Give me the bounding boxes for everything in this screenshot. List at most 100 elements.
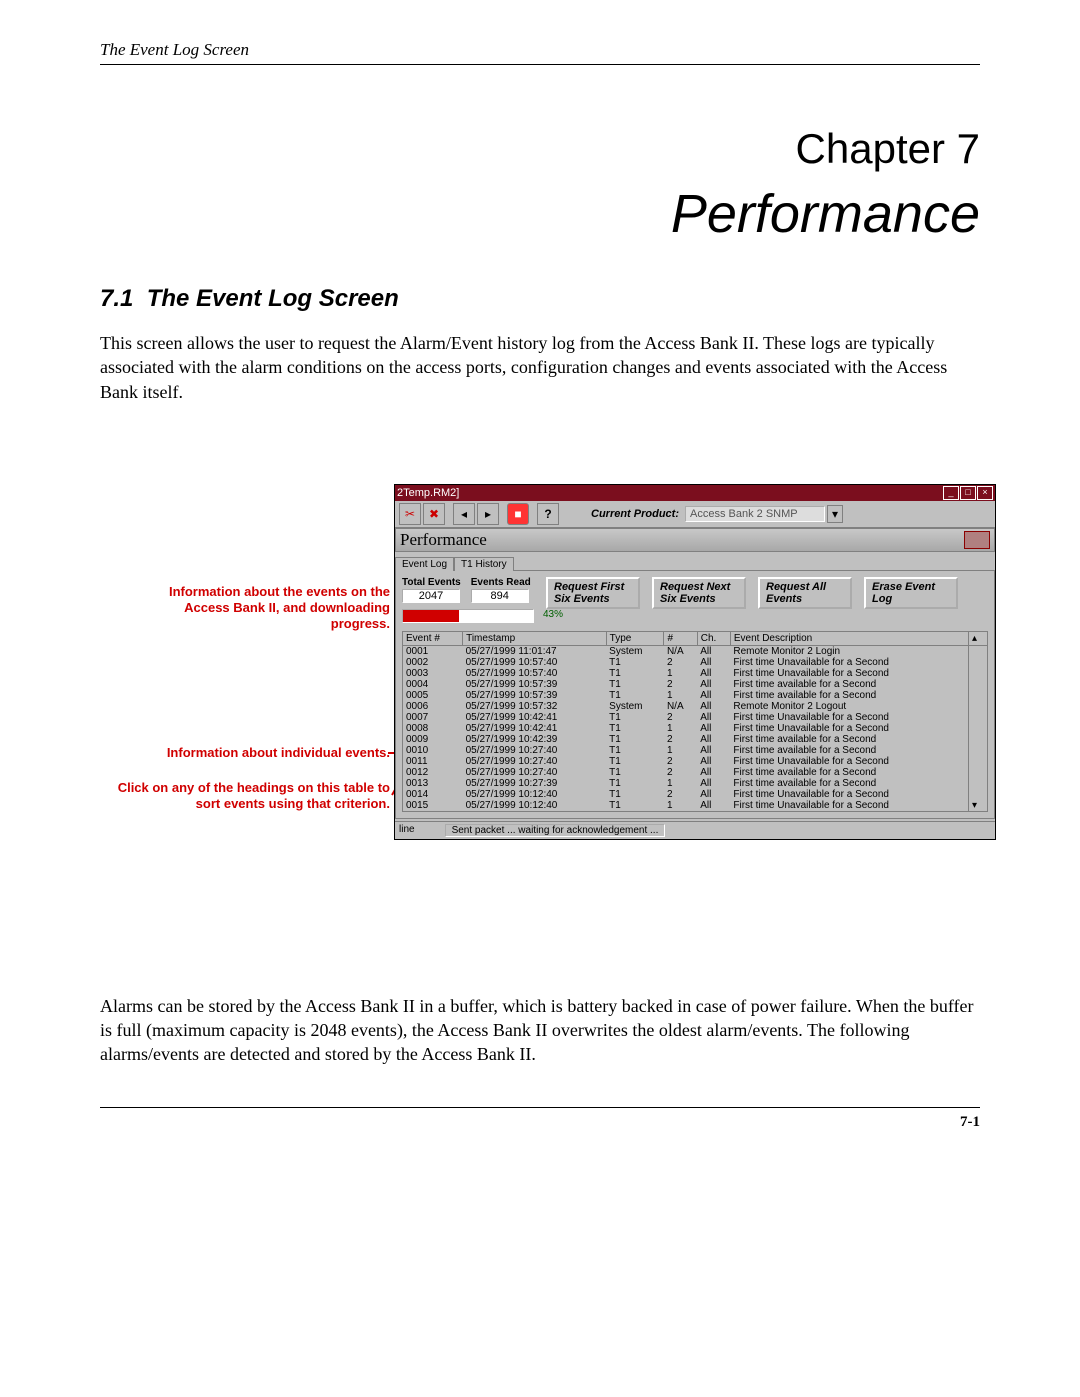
table-row[interactable]: 000205/27/1999 10:57:40T12AllFirst time … [403,657,988,668]
scrollbar-track [969,756,988,767]
table-row[interactable]: 001505/27/1999 10:12:40T11AllFirst time … [403,800,988,812]
scrollbar-track [969,712,988,723]
table-row[interactable]: 001305/27/1999 10:27:39T11AllFirst time … [403,778,988,789]
table-row[interactable]: 001005/27/1999 10:27:40T11AllFirst time … [403,745,988,756]
col-timestamp[interactable]: Timestamp [463,631,607,645]
table-cell: 05/27/1999 11:01:47 [463,645,607,657]
col-hash[interactable]: # [664,631,697,645]
running-head: The Event Log Screen [100,40,980,60]
events-read-label: Events Read [471,577,531,588]
table-row[interactable]: 000305/27/1999 10:57:40T11AllFirst time … [403,668,988,679]
tab-event-log[interactable]: Event Log [395,557,454,571]
table-cell: 05/27/1999 10:42:41 [463,712,607,723]
table-row[interactable]: 000705/27/1999 10:42:41T12AllFirst time … [403,712,988,723]
table-cell: First time available for a Second [730,767,968,778]
table-cell: All [697,701,730,712]
table-row[interactable]: 000505/27/1999 10:57:39T11AllFirst time … [403,690,988,701]
table-row[interactable]: 000605/27/1999 10:57:32SystemN/AAllRemot… [403,701,988,712]
table-row[interactable]: 000805/27/1999 10:42:41T11AllFirst time … [403,723,988,734]
scrollbar-track [969,767,988,778]
table-cell: 2 [664,679,697,690]
table-cell: All [697,668,730,679]
col-channel[interactable]: Ch. [697,631,730,645]
zoom-icon[interactable] [964,531,990,549]
table-cell: T1 [606,657,664,668]
chapter-label: Chapter 7 [100,125,980,173]
toolbar-delete-icon[interactable]: ✖ [423,503,445,525]
table-row[interactable]: 000405/27/1999 10:57:39T12AllFirst time … [403,679,988,690]
scroll-up-icon[interactable]: ▴ [969,631,988,645]
table-row[interactable]: 000105/27/1999 11:01:47SystemN/AAllRemot… [403,645,988,657]
table-cell: First time available for a Second [730,745,968,756]
event-panel: Total Events 2047 Events Read 894 43% [395,570,995,819]
table-cell: T1 [606,789,664,800]
total-events-label: Total Events [402,577,461,588]
request-all-button[interactable]: Request All Events [758,577,852,609]
table-cell: 0010 [403,745,463,756]
performance-header: Performance [395,528,995,552]
table-cell: All [697,679,730,690]
table-cell: First time available for a Second [730,690,968,701]
table-cell: First time available for a Second [730,734,968,745]
table-row[interactable]: 001105/27/1999 10:27:40T12AllFirst time … [403,756,988,767]
total-events-value: 2047 [402,589,460,603]
col-type[interactable]: Type [606,631,664,645]
table-cell: N/A [664,701,697,712]
titlebar: 2Temp.RM2] _ □ × [395,485,995,501]
toolbar-next-icon[interactable]: ▸ [477,503,499,525]
progress-fill [403,610,459,622]
maximize-icon[interactable]: □ [960,486,976,500]
table-cell: 0011 [403,756,463,767]
table-cell: 05/27/1999 10:57:39 [463,690,607,701]
toolbar-stop-icon[interactable]: ■ [507,503,529,525]
erase-log-button[interactable]: Erase Event Log [864,577,958,609]
col-event-num[interactable]: Event # [403,631,463,645]
section-title: The Event Log Screen [147,285,399,312]
table-cell: All [697,767,730,778]
table-cell: First time Unavailable for a Second [730,800,968,812]
footer-rule [100,1107,980,1108]
table-cell: T1 [606,800,664,812]
minimize-icon[interactable]: _ [943,486,959,500]
scroll-down-icon[interactable]: ▾ [969,800,988,812]
tab-strip: Event LogT1 History [395,556,995,570]
request-next-six-button[interactable]: Request Next Six Events [652,577,746,609]
scrollbar-track [969,745,988,756]
col-description[interactable]: Event Description [730,631,968,645]
toolbar-prev-icon[interactable]: ◂ [453,503,475,525]
table-cell: All [697,657,730,668]
header-rule [100,64,980,65]
toolbar-help-icon[interactable]: ? [537,503,559,525]
table-cell: 05/27/1999 10:12:40 [463,800,607,812]
dropdown-icon[interactable]: ▾ [827,505,843,523]
table-row[interactable]: 001405/27/1999 10:12:40T12AllFirst time … [403,789,988,800]
table-cell: T1 [606,679,664,690]
scrollbar-track [969,734,988,745]
progress-bar: 43% [402,609,534,623]
table-cell: First time Unavailable for a Second [730,789,968,800]
table-cell: 05/27/1999 10:57:39 [463,679,607,690]
table-cell: 0009 [403,734,463,745]
table-cell: T1 [606,734,664,745]
table-row[interactable]: 000905/27/1999 10:42:39T12AllFirst time … [403,734,988,745]
table-cell: System [606,701,664,712]
table-cell: First time available for a Second [730,679,968,690]
current-product-field[interactable]: Access Bank 2 SNMP [685,506,825,522]
table-cell: 0008 [403,723,463,734]
callout-individual: Information about individual events. [110,745,390,761]
table-cell: 0013 [403,778,463,789]
table-cell: 0003 [403,668,463,679]
table-row[interactable]: 001205/27/1999 10:27:40T12AllFirst time … [403,767,988,778]
tab-t1-history[interactable]: T1 History [454,557,514,571]
app-window: 2Temp.RM2] _ □ × ✂ ✖ ◂ ▸ ■ ? Current Pro… [394,484,996,840]
toolbar-cut-icon[interactable]: ✂ [399,503,421,525]
scrollbar-track [969,778,988,789]
table-cell: First time Unavailable for a Second [730,756,968,767]
section-number: 7.1 [100,285,133,312]
page-number: 7-1 [100,1114,980,1131]
table-cell: 0012 [403,767,463,778]
table-cell: 2 [664,767,697,778]
request-first-six-button[interactable]: Request First Six Events [546,577,640,609]
table-cell: 05/27/1999 10:12:40 [463,789,607,800]
close-icon[interactable]: × [977,486,993,500]
